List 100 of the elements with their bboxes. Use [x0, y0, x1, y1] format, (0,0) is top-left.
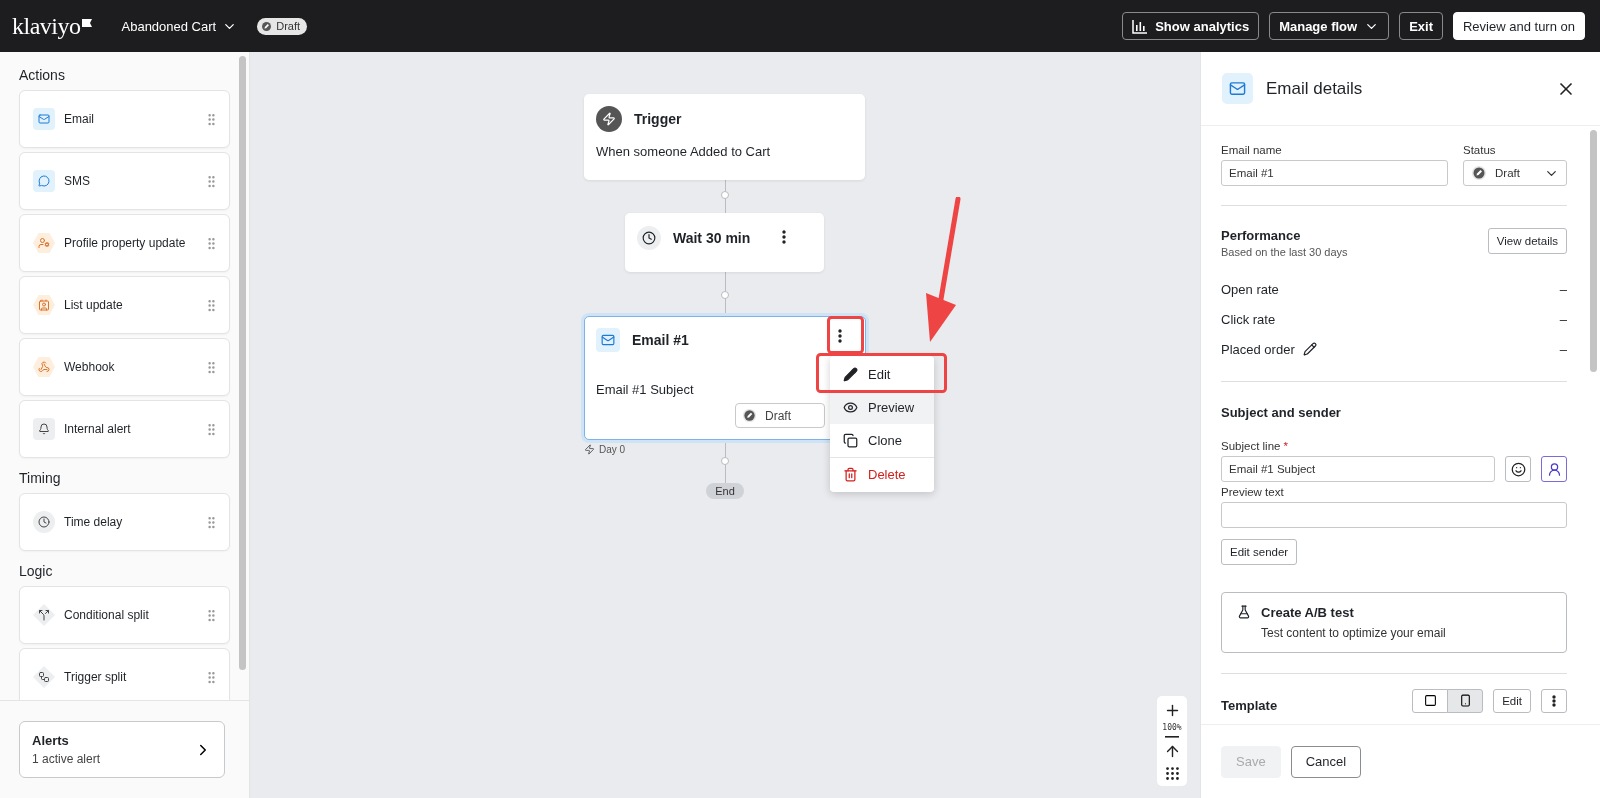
sidebar-item[interactable]: List update	[19, 276, 230, 334]
section-title: Logic	[19, 563, 54, 579]
sidebar-item[interactable]: Trigger split	[19, 648, 230, 700]
grid-icon	[1163, 765, 1181, 782]
metric-label: Placed order	[1221, 341, 1295, 357]
copy-icon	[843, 433, 858, 448]
personalize-button[interactable]	[1541, 456, 1567, 482]
mail-icon	[596, 328, 620, 352]
subject-line-field[interactable]: Email #1 Subject	[1221, 456, 1495, 482]
ab-test-card[interactable]: Create A/B test Test content to optimize your email	[1221, 592, 1567, 653]
smile-icon	[1510, 461, 1526, 477]
cancel-button[interactable]: Cancel	[1290, 745, 1362, 778]
more-icon	[838, 329, 842, 343]
connector-dot	[721, 291, 729, 299]
node-title: Wait 30 min	[673, 230, 751, 246]
minus-icon	[1165, 736, 1179, 738]
panel-title: Email details	[1266, 78, 1363, 99]
field-label: Status	[1463, 144, 1497, 156]
section-title: Template	[1221, 698, 1278, 713]
metric-value: –	[1559, 281, 1567, 297]
bar-chart-icon	[1132, 18, 1149, 34]
alerts-card[interactable]: Alerts 1 active alert	[19, 721, 225, 778]
draft-icon	[742, 408, 757, 423]
menu-item[interactable]: Edit	[830, 358, 934, 391]
lightning-icon	[596, 106, 622, 132]
flask-icon	[1237, 605, 1251, 619]
section-title: Performance	[1221, 228, 1302, 243]
draft-icon	[260, 19, 274, 33]
sidebar-item[interactable]: SMS	[19, 152, 230, 210]
eye-icon	[843, 400, 858, 415]
alerts-subtitle: 1 active alert	[32, 752, 101, 766]
webhook-icon	[33, 356, 55, 378]
pencil-icon[interactable]	[1302, 342, 1317, 356]
metric-label: Open rate	[1221, 281, 1279, 297]
preview-text-field[interactable]	[1221, 502, 1567, 528]
template-edit-button[interactable]: Edit	[1493, 688, 1531, 713]
pencil-icon	[843, 367, 858, 382]
zoom-level: 100%	[1162, 723, 1182, 732]
field-label: Preview text	[1221, 486, 1285, 498]
show-analytics-button[interactable]: Show analytics	[1122, 12, 1260, 40]
logo: klaviyo	[12, 12, 81, 40]
end-label: End	[706, 483, 744, 499]
section-subtitle: Based on the last 30 days	[1221, 246, 1348, 258]
more-icon	[782, 230, 786, 244]
lightning-icon	[584, 444, 595, 455]
view-details-button[interactable]: View details	[1487, 228, 1567, 254]
clock-icon	[637, 226, 661, 250]
trash-icon	[843, 466, 858, 482]
node-text: Email #1 Subject	[596, 381, 694, 397]
mobile-view-button[interactable]	[1447, 688, 1484, 713]
mail-icon	[33, 108, 55, 130]
phone-icon	[1458, 694, 1472, 707]
draft-icon	[1471, 165, 1487, 181]
menu-item[interactable]: Clone	[830, 424, 934, 457]
exit-button[interactable]: Exit	[1399, 12, 1443, 40]
status-dropdown[interactable]: Draft	[1463, 160, 1567, 186]
menu-item[interactable]: Preview	[830, 391, 934, 424]
node-text: When someone Added to Cart	[596, 144, 771, 159]
section-title: Actions	[19, 67, 66, 83]
user-icon	[33, 232, 55, 254]
section-title: Subject and sender	[1221, 405, 1342, 420]
bell-icon	[33, 418, 55, 440]
alerts-title: Alerts	[32, 733, 70, 748]
node-title: Email #1	[632, 332, 689, 348]
sidebar-item[interactable]: Conditional split	[19, 586, 230, 644]
day-label: Day 0	[584, 444, 626, 455]
node-title: Trigger	[634, 111, 682, 127]
more-options-button[interactable]	[1541, 688, 1567, 713]
email-name-field[interactable]: Email #1	[1221, 160, 1448, 186]
metric-label: Click rate	[1221, 311, 1276, 327]
field-label: Email name	[1221, 144, 1283, 156]
flag-icon	[81, 18, 92, 27]
emoji-button[interactable]	[1505, 456, 1531, 482]
user-icon	[1546, 461, 1562, 477]
menu-item[interactable]: Delete	[830, 457, 934, 490]
section-title: Timing	[19, 470, 62, 486]
metric-value: –	[1559, 311, 1567, 327]
manage-flow-button[interactable]: Manage flow	[1269, 12, 1390, 40]
more-icon	[1552, 694, 1556, 707]
connector-dot	[721, 191, 729, 199]
sidebar-item[interactable]: Profile property update	[19, 214, 230, 272]
review-button[interactable]: Review and turn on	[1453, 12, 1585, 40]
clock-icon	[33, 511, 55, 533]
flow-name-dropdown[interactable]: Abandoned Cart	[121, 18, 238, 34]
sidebar-item[interactable]: Email	[19, 90, 230, 148]
contact-card-icon	[33, 294, 55, 316]
status-badge: Draft	[735, 403, 825, 428]
sidebar-item[interactable]: Time delay	[19, 493, 230, 551]
status-badge: Draft	[257, 17, 308, 35]
mail-icon	[1222, 73, 1253, 104]
connector-dot	[721, 457, 729, 465]
metric-value: –	[1559, 341, 1567, 357]
sidebar-item[interactable]: Internal alert	[19, 400, 230, 458]
edit-sender-button[interactable]: Edit sender	[1221, 539, 1298, 565]
zoom-out-button[interactable]	[1164, 735, 1180, 739]
desktop-icon	[1423, 694, 1437, 707]
chat-icon	[33, 170, 55, 192]
field-label: Subject line *	[1221, 440, 1289, 452]
desktop-view-button[interactable]	[1412, 688, 1449, 713]
sidebar-item[interactable]: Webhook	[19, 338, 230, 396]
